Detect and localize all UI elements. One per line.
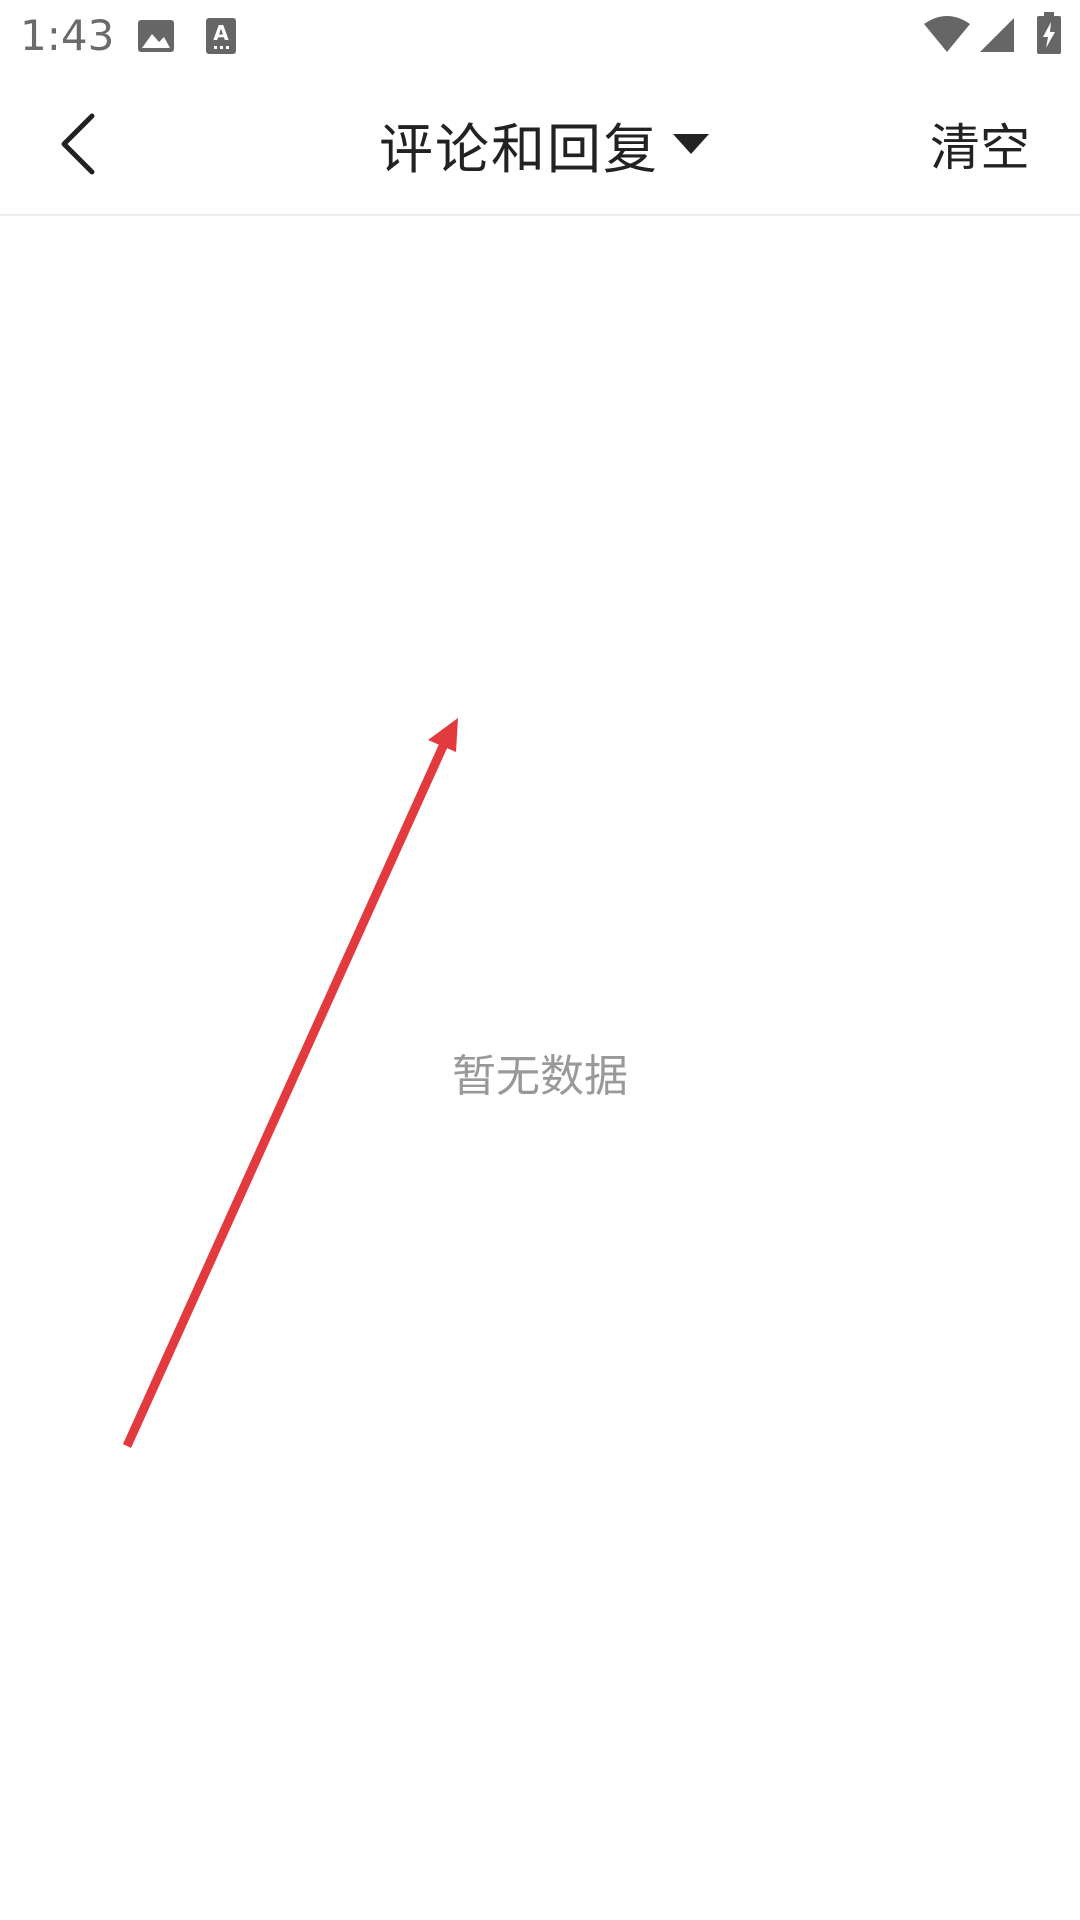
annotation-arrow bbox=[122, 718, 458, 1448]
app-bar: 评论和回复 清空 bbox=[0, 72, 1080, 216]
page-title: 评论和回复 bbox=[379, 117, 659, 181]
signal-icon bbox=[978, 16, 1016, 58]
title-dropdown[interactable]: 评论和回复 bbox=[379, 105, 709, 184]
wifi-icon bbox=[922, 14, 972, 58]
svg-text:A: A bbox=[213, 21, 229, 45]
screen: 1:43 A 评论和回复 清空 暂无数据 bbox=[0, 0, 1080, 1920]
clear-button[interactable]: 清空 bbox=[930, 72, 1030, 216]
status-bar: 1:43 A bbox=[0, 0, 1080, 72]
status-time: 1:43 bbox=[20, 11, 115, 60]
text-accessibility-icon: A bbox=[204, 16, 238, 60]
empty-state-text: 暂无数据 bbox=[452, 1051, 628, 1102]
chevron-left-icon bbox=[56, 110, 104, 182]
back-button[interactable] bbox=[40, 106, 120, 186]
battery-charging-icon bbox=[1036, 12, 1062, 60]
caret-down-icon bbox=[673, 134, 709, 154]
image-icon bbox=[136, 16, 176, 60]
